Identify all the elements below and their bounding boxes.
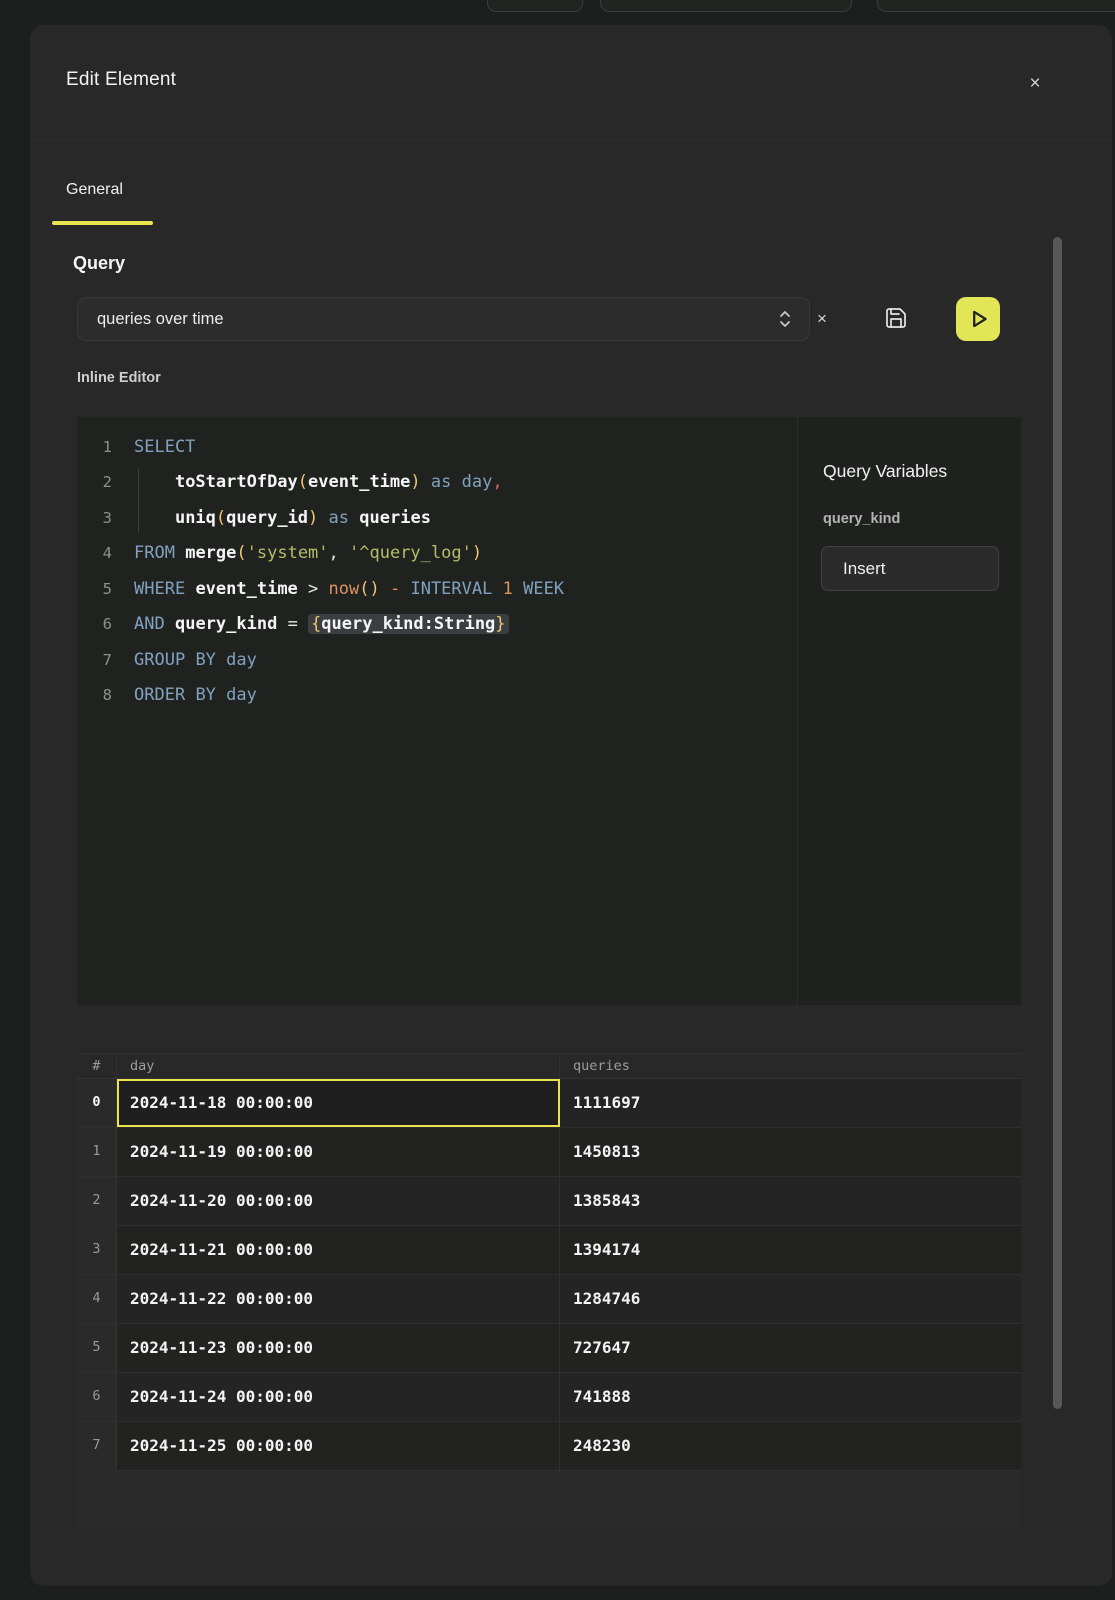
line-number: 5 (77, 580, 112, 598)
sql-editor[interactable]: 1 SELECT 2 toStartOfDay(event_time) as day… (77, 417, 797, 1005)
table-row[interactable]: 72024-11-25 00:00:00248230 (77, 1422, 1021, 1471)
column-header-queries[interactable]: queries (560, 1054, 1021, 1078)
code-line: 2 toStartOfDay(event_time) as day, (77, 465, 797, 501)
table-row[interactable]: 22024-11-20 00:00:001385843 (77, 1177, 1021, 1226)
code-lines: 1 SELECT 2 toStartOfDay(event_time) as day… (77, 429, 797, 713)
cell-queries[interactable]: 741888 (560, 1373, 1021, 1421)
line-number: 4 (77, 544, 112, 562)
saved-query-select-value: queries over time (97, 310, 777, 329)
cell-day[interactable]: 2024-11-23 00:00:00 (117, 1324, 560, 1372)
line-number: 1 (77, 438, 112, 456)
table-footer-strip (77, 1471, 1021, 1529)
top-toolbar-button[interactable] (487, 0, 583, 12)
table-row[interactable]: 12024-11-19 00:00:001450813 (77, 1128, 1021, 1177)
modal-header: Edit Element × (30, 25, 1112, 140)
row-index: 0 (77, 1079, 117, 1127)
line-number: 7 (77, 651, 112, 669)
line-number: 2 (77, 473, 112, 491)
query-variables-panel: Query Variables query_kind Insert (797, 417, 1021, 1005)
code-line: 8 ORDER BY day (77, 678, 797, 714)
line-number: 3 (77, 509, 112, 527)
table-row[interactable]: 62024-11-24 00:00:00741888 (77, 1373, 1021, 1422)
code-text: AND query_kind = {query_kind:String} (134, 614, 509, 634)
row-index: 2 (77, 1177, 117, 1225)
saved-query-select[interactable]: queries over time (77, 297, 810, 341)
indent-guide (138, 468, 139, 533)
save-icon[interactable] (880, 305, 912, 333)
row-index: 6 (77, 1373, 117, 1421)
chevron-updown-icon (777, 308, 793, 330)
code-text: FROM merge('system', '^query_log') (134, 543, 482, 563)
top-toolbar-button[interactable] (877, 0, 1115, 12)
row-index: 4 (77, 1275, 117, 1323)
code-line: 5 WHERE event_time > now() - INTERVAL 1 W… (77, 571, 797, 607)
line-number: 8 (77, 686, 112, 704)
code-line: 4 FROM merge('system', '^query_log') (77, 536, 797, 572)
cell-queries[interactable]: 1450813 (560, 1128, 1021, 1176)
code-line: 7 GROUP BY day (77, 642, 797, 678)
editor-area: 1 SELECT 2 toStartOfDay(event_time) as day… (77, 417, 1021, 1005)
cell-day[interactable]: 2024-11-19 00:00:00 (117, 1128, 560, 1176)
play-icon (965, 306, 991, 332)
clear-query-icon[interactable]: × (806, 308, 838, 330)
insert-variable-button[interactable]: Insert (821, 546, 999, 591)
code-text: uniq(query_id) as queries (134, 508, 431, 528)
column-header-day[interactable]: day (117, 1054, 560, 1078)
variable-name-label: query_kind (823, 511, 900, 527)
cell-day[interactable]: 2024-11-18 00:00:00 (117, 1079, 560, 1127)
table-row[interactable]: 32024-11-21 00:00:001394174 (77, 1226, 1021, 1275)
row-index: 7 (77, 1422, 117, 1470)
row-index: 5 (77, 1324, 117, 1372)
inline-editor-label: Inline Editor (77, 370, 161, 386)
cell-day[interactable]: 2024-11-25 00:00:00 (117, 1422, 560, 1470)
run-query-button[interactable] (956, 297, 1000, 341)
code-text: toStartOfDay(event_time) as day, (134, 472, 503, 492)
code-text: SELECT (134, 437, 195, 457)
edit-element-modal: Edit Element × General Query queries ove… (30, 25, 1112, 1586)
code-text: GROUP BY day (134, 650, 257, 670)
cell-queries[interactable]: 248230 (560, 1422, 1021, 1470)
modal-title: Edit Element (66, 69, 176, 91)
cell-queries[interactable]: 1284746 (560, 1275, 1021, 1323)
active-tab-underline (52, 221, 153, 225)
cell-queries[interactable]: 727647 (560, 1324, 1021, 1372)
code-line: 3 uniq(query_id) as queries (77, 500, 797, 536)
code-text: WHERE event_time > now() - INTERVAL 1 WE… (134, 579, 564, 599)
code-line: 1 SELECT (77, 429, 797, 465)
cell-queries[interactable]: 1385843 (560, 1177, 1021, 1225)
query-section-heading: Query (73, 253, 125, 274)
page-background: Edit Element × General Query queries ove… (0, 0, 1115, 1600)
table-row[interactable]: 52024-11-23 00:00:00727647 (77, 1324, 1021, 1373)
cell-day[interactable]: 2024-11-20 00:00:00 (117, 1177, 560, 1225)
column-header-index[interactable]: # (77, 1054, 117, 1078)
line-number: 6 (77, 615, 112, 633)
table-row[interactable]: 02024-11-18 00:00:001111697 (77, 1079, 1021, 1128)
query-variables-heading: Query Variables (823, 461, 947, 482)
row-index: 1 (77, 1128, 117, 1176)
row-index: 3 (77, 1226, 117, 1274)
cell-queries[interactable]: 1111697 (560, 1079, 1021, 1127)
table-body: 02024-11-18 00:00:00111169712024-11-19 0… (77, 1079, 1021, 1471)
table-row[interactable]: 42024-11-22 00:00:001284746 (77, 1275, 1021, 1324)
cell-queries[interactable]: 1394174 (560, 1226, 1021, 1274)
code-text: ORDER BY day (134, 685, 257, 705)
top-toolbar-button[interactable] (600, 0, 852, 12)
table-header-row: # day queries (77, 1053, 1021, 1079)
cell-day[interactable]: 2024-11-22 00:00:00 (117, 1275, 560, 1323)
results-table: # day queries 02024-11-18 00:00:00111169… (77, 1053, 1021, 1529)
scrollbar-thumb[interactable] (1053, 237, 1062, 1409)
cell-day[interactable]: 2024-11-24 00:00:00 (117, 1373, 560, 1421)
code-line: 6 AND query_kind = {query_kind:String} (77, 607, 797, 643)
tab-general[interactable]: General (66, 181, 123, 199)
cell-day[interactable]: 2024-11-21 00:00:00 (117, 1226, 560, 1274)
close-icon[interactable]: × (1020, 69, 1050, 99)
